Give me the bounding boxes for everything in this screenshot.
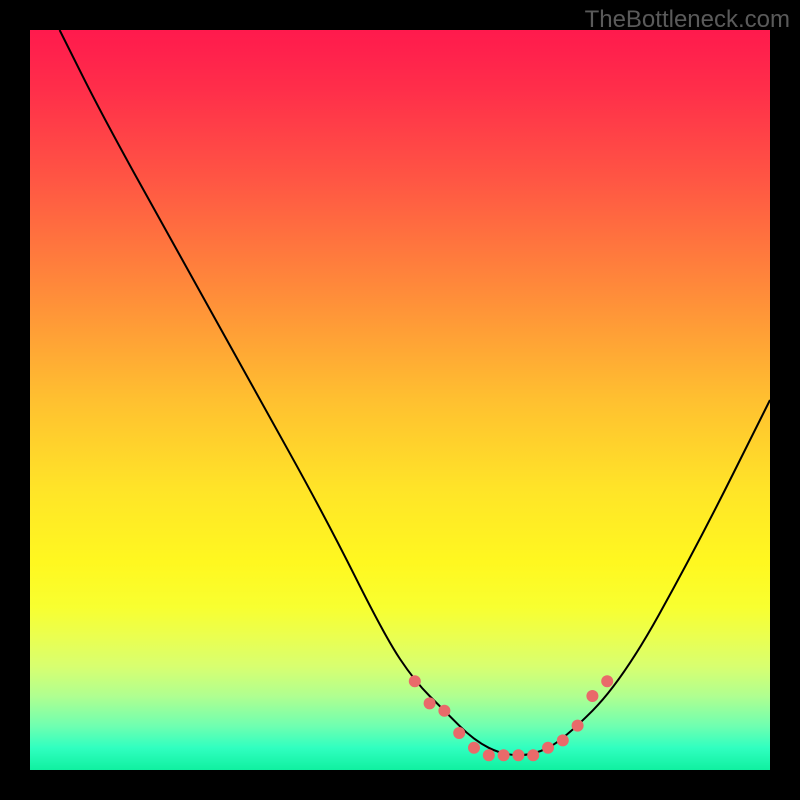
watermark-text: TheBottleneck.com	[585, 6, 790, 34]
data-marker	[483, 749, 495, 761]
data-marker	[542, 742, 554, 754]
plot-area	[30, 30, 770, 770]
markers-group	[409, 675, 613, 761]
data-marker	[424, 697, 436, 709]
curve-group	[60, 30, 770, 755]
data-marker	[527, 749, 539, 761]
data-marker	[438, 705, 450, 717]
data-marker	[498, 749, 510, 761]
chart-svg	[30, 30, 770, 770]
chart-container: TheBottleneck.com	[0, 0, 800, 800]
data-marker	[557, 734, 569, 746]
data-marker	[572, 720, 584, 732]
data-marker	[601, 675, 613, 687]
data-marker	[468, 742, 480, 754]
data-marker	[453, 727, 465, 739]
data-marker	[409, 675, 421, 687]
data-marker	[512, 749, 524, 761]
bottleneck-curve	[60, 30, 770, 755]
data-marker	[586, 690, 598, 702]
